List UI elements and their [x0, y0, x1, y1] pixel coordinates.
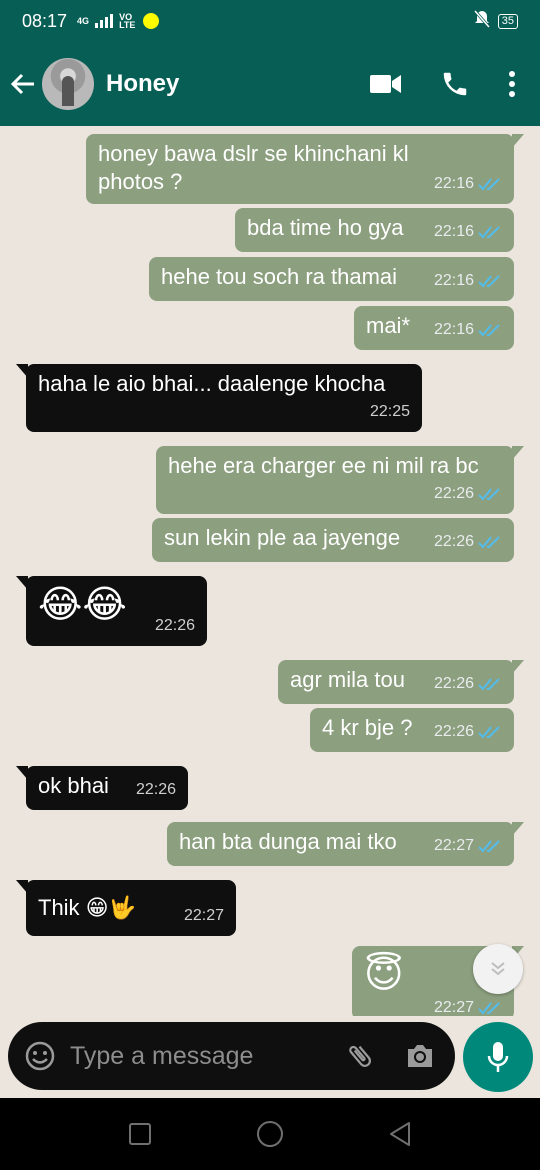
message-time: 22:27 — [183, 907, 224, 924]
back-arrow-icon[interactable] — [10, 71, 36, 97]
message-text: ok bhai — [38, 773, 109, 798]
message-time: 22:25 — [369, 403, 410, 420]
message-text: agr mila tou — [290, 667, 405, 692]
read-ticks-icon — [478, 1002, 500, 1015]
read-ticks-icon — [478, 178, 500, 191]
message-bubble[interactable]: 4 kr bje ? 22:26 — [310, 708, 514, 752]
message-text: hehe era charger ee ni mil ra bc — [168, 453, 479, 478]
network-type: 4G — [77, 15, 90, 26]
message-bubble[interactable]: haha le aio bhai... daalenge khocha 22:2… — [16, 364, 422, 432]
message-text: 4 kr bje ? — [322, 715, 413, 740]
video-call-icon[interactable] — [370, 73, 402, 95]
message-time: 22:26 — [433, 675, 474, 692]
message-text: hehe tou soch ra thamai — [161, 264, 398, 289]
message-time: 22:26 — [154, 617, 195, 634]
scroll-to-bottom-button[interactable] — [473, 944, 523, 994]
message-bubble[interactable]: hehe era charger ee ni mil ra bc 22:26 — [156, 446, 524, 514]
volte-bottom: LTE — [119, 20, 136, 30]
double-chevron-down-icon — [491, 962, 505, 976]
chat-area[interactable]: honey bawa dslr se khinchani kl photos ?… — [0, 126, 540, 1016]
message-time: 22:16 — [433, 175, 474, 192]
message-input[interactable]: Type a message — [70, 1042, 253, 1071]
snapchat-notification-icon — [143, 13, 160, 29]
volte-indicator: VO LTE — [119, 13, 136, 30]
message-composer: Type a message — [8, 1022, 455, 1090]
read-ticks-icon — [478, 840, 500, 853]
message-time: 22:16 — [433, 272, 474, 289]
message-text: han bta dunga mai tko — [179, 829, 397, 854]
message-text: mai* — [366, 313, 411, 338]
camera-icon[interactable] — [405, 1043, 435, 1069]
chat-header: Honey — [0, 42, 540, 126]
more-vert-icon[interactable] — [508, 70, 516, 98]
message-time: 22:26 — [433, 485, 474, 502]
message-bubble[interactable]: mai* 22:16 — [354, 306, 514, 350]
phone-icon[interactable] — [440, 69, 470, 99]
message-text: sun lekin ple aa jayenge — [164, 525, 401, 550]
message-text: haha le aio bhai... daalenge khocha — [38, 371, 386, 396]
message-time: 22:26 — [433, 533, 474, 550]
status-time: 08:17 — [22, 10, 68, 31]
message-bubble[interactable]: honey bawa dslr se khinchani kl photos ?… — [86, 134, 524, 204]
message-text: bda time ho gya — [247, 215, 404, 240]
read-ticks-icon — [478, 488, 500, 501]
status-bar: 08:17 4G VO LTE 35 — [0, 0, 540, 42]
signal-icon — [95, 14, 114, 28]
emoji-icon[interactable] — [24, 1040, 56, 1072]
message-time: 22:27 — [433, 999, 474, 1016]
mic-icon — [487, 1042, 509, 1072]
read-ticks-icon — [478, 726, 500, 739]
message-bubble[interactable]: sun lekin ple aa jayenge 22:26 — [152, 518, 514, 562]
message-time: 22:26 — [135, 781, 176, 798]
system-navigation-bar — [0, 1098, 540, 1170]
message-time: 22:16 — [433, 223, 474, 240]
message-bubble[interactable]: agr mila tou 22:26 — [278, 660, 524, 704]
attach-icon[interactable] — [345, 1041, 375, 1071]
read-ticks-icon — [478, 275, 500, 288]
message-bubble[interactable]: Thik 😁🤟 22:27 — [16, 880, 236, 936]
read-ticks-icon — [478, 226, 500, 239]
recents-icon[interactable] — [128, 1122, 152, 1146]
read-ticks-icon — [478, 536, 500, 549]
message-time: 22:16 — [433, 321, 474, 338]
read-ticks-icon — [478, 678, 500, 691]
message-time: 22:27 — [433, 837, 474, 854]
message-text: 😂😂 — [38, 582, 127, 626]
contact-avatar[interactable] — [42, 58, 94, 110]
message-bubble[interactable]: bda time ho gya 22:16 — [235, 208, 514, 252]
mute-icon — [473, 10, 490, 32]
message-bubble[interactable]: ok bhai 22:26 — [16, 766, 188, 810]
message-text: 😇 — [364, 952, 404, 996]
home-icon[interactable] — [256, 1120, 284, 1148]
message-text: honey bawa dslr se khinchani kl photos ? — [98, 141, 409, 194]
voice-record-button[interactable] — [463, 1022, 533, 1092]
message-bubble[interactable]: hehe tou soch ra thamai 22:16 — [149, 257, 514, 301]
message-bubble[interactable]: han bta dunga mai tko 22:27 — [167, 822, 524, 866]
nav-back-icon[interactable] — [388, 1121, 412, 1147]
message-time: 22:26 — [433, 723, 474, 740]
contact-name[interactable]: Honey — [106, 70, 179, 98]
message-text: Thik 😁🤟 — [38, 895, 137, 920]
message-bubble[interactable]: 😂😂 22:26 — [16, 576, 207, 646]
read-ticks-icon — [478, 324, 500, 337]
battery-level: 35 — [497, 13, 518, 29]
